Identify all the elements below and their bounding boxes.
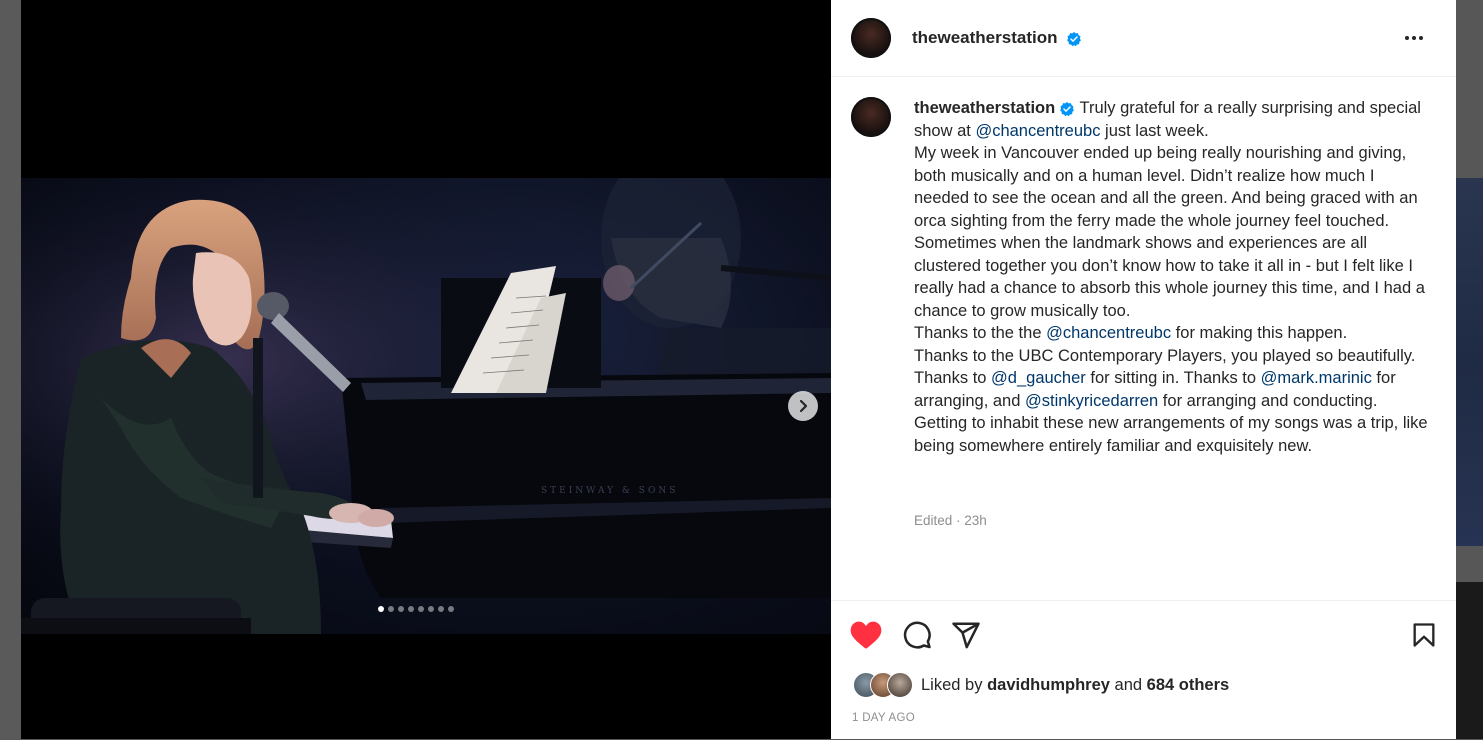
- concert-photo: STEINWAY & SONS: [21, 178, 831, 634]
- caption-section: theweatherstation Truly grateful for a r…: [831, 76, 1456, 600]
- mention-link[interactable]: @mark.marinic: [1261, 369, 1372, 387]
- header-username-row: theweatherstation: [912, 28, 1082, 48]
- carousel-indicator: [378, 606, 454, 614]
- share-button[interactable]: [949, 618, 983, 652]
- chevron-right-icon: [799, 399, 808, 413]
- avatar[interactable]: [851, 18, 891, 58]
- liker-avatars: [853, 672, 913, 698]
- post-info-panel: theweatherstation theweatherstation Trul…: [831, 0, 1456, 739]
- comment-button[interactable]: [900, 618, 934, 652]
- save-button[interactable]: [1407, 618, 1441, 652]
- like-button[interactable]: [849, 618, 883, 652]
- heart-filled-icon: [850, 621, 882, 649]
- carousel-dot: [448, 606, 454, 612]
- caption-paragraph: My week in Vancouver ended up being real…: [914, 144, 1418, 230]
- mention-link[interactable]: @d_gaucher: [991, 369, 1086, 387]
- verified-badge-icon: [1067, 31, 1082, 46]
- caption-text: just last week.: [1100, 121, 1209, 140]
- carousel-next-button[interactable]: [788, 391, 818, 421]
- caption-text: Thanks to the the: [914, 324, 1047, 342]
- post-photo: STEINWAY & SONS: [21, 178, 831, 634]
- carousel-dot: [398, 606, 404, 612]
- liker-username[interactable]: davidhumphrey: [987, 676, 1110, 695]
- caption-paragraph: Sometimes when the landmark shows and ex…: [914, 234, 1425, 320]
- mention-link[interactable]: @stinkyricedarren: [1025, 392, 1158, 410]
- post-media: STEINWAY & SONS: [21, 0, 831, 739]
- likes-and: and: [1114, 675, 1143, 694]
- comment-icon: [903, 621, 931, 649]
- post-header: theweatherstation: [831, 0, 1456, 77]
- caption-meta: Edited · 23h: [914, 513, 987, 528]
- post-caption: theweatherstation Truly grateful for a r…: [914, 97, 1434, 457]
- caption-text: for sitting in. Thanks to: [1085, 369, 1261, 387]
- background-post-preview: [1456, 178, 1483, 546]
- verified-badge-icon: [1060, 101, 1075, 116]
- carousel-dot: [408, 606, 414, 612]
- background-strip: [0, 0, 21, 739]
- background-post-preview-2: [1456, 582, 1483, 739]
- avatar[interactable]: [887, 672, 913, 698]
- more-options-icon[interactable]: [1399, 26, 1429, 50]
- post-actions: Liked by davidhumphrey and 684 others 1 …: [831, 600, 1456, 740]
- carousel-dot: [378, 606, 384, 612]
- carousel-dot: [388, 606, 394, 612]
- caption-avatar[interactable]: [851, 97, 891, 137]
- mention-link[interactable]: @chancentreubc: [1046, 324, 1171, 342]
- caption-username[interactable]: theweatherstation: [914, 99, 1055, 117]
- header-username[interactable]: theweatherstation: [912, 28, 1057, 47]
- carousel-dot: [418, 606, 424, 612]
- likes-prefix: Liked by: [921, 675, 983, 694]
- mention-link[interactable]: @chancentreubc: [975, 122, 1100, 140]
- share-icon: [952, 622, 980, 649]
- carousel-dot: [428, 606, 434, 612]
- svg-text:STEINWAY & SONS: STEINWAY & SONS: [541, 486, 678, 496]
- post-timestamp[interactable]: 1 DAY AGO: [852, 712, 915, 724]
- likes-others[interactable]: 684 others: [1147, 676, 1230, 695]
- carousel-dot: [438, 606, 444, 612]
- caption-text: for making this happen.: [1171, 324, 1348, 342]
- likes-summary: Liked by davidhumphrey and 684 others: [853, 671, 1229, 699]
- bookmark-icon: [1413, 623, 1435, 647]
